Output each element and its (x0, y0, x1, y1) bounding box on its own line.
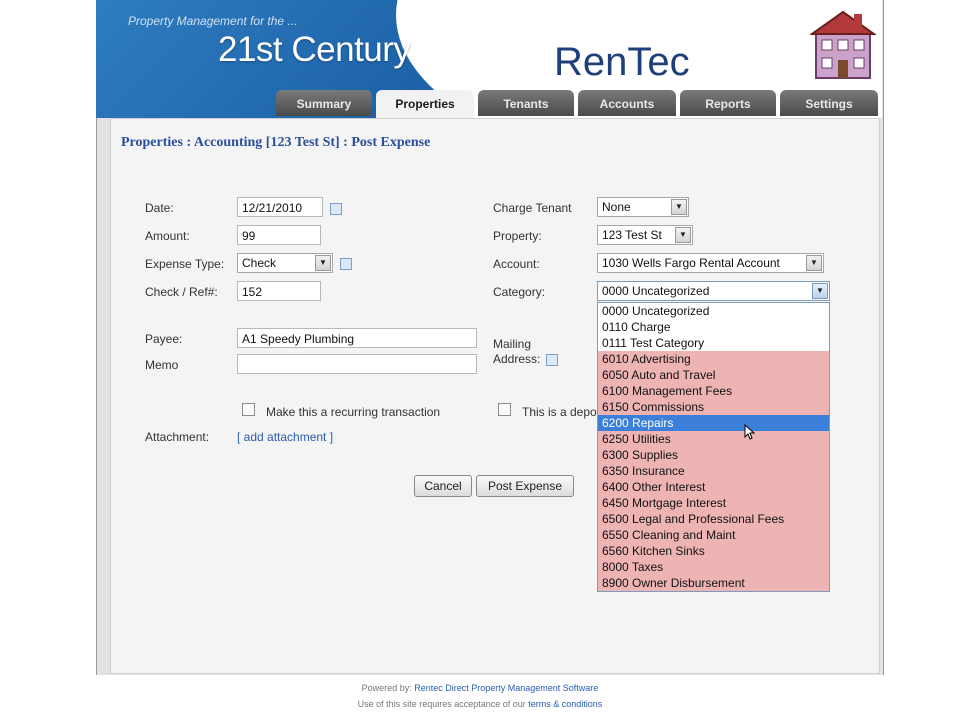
footer-powered-label: Powered by: (361, 683, 412, 693)
property-label: Property: (493, 229, 542, 243)
add-attachment-link[interactable]: [ add attachment ] (237, 430, 333, 444)
amount-label: Amount: (145, 229, 190, 243)
chevron-down-icon: ▼ (315, 255, 331, 271)
charge-tenant-value: None (602, 200, 631, 214)
house-logo-icon (810, 10, 876, 79)
info-icon[interactable] (546, 354, 558, 366)
date-field[interactable]: 12/21/2010 (237, 197, 323, 217)
info-icon[interactable] (340, 258, 352, 270)
mailing-address-label: Mailing (493, 337, 532, 351)
footer-powered-link[interactable]: Rentec Direct Property Management Softwa… (414, 683, 598, 693)
post-expense-button[interactable]: Post Expense (476, 475, 574, 497)
list-item[interactable]: 6450 Mortgage Interest (598, 495, 829, 511)
list-item[interactable]: 6500 Legal and Professional Fees (598, 511, 829, 527)
recurring-label: Make this a recurring transaction (266, 405, 441, 419)
list-item[interactable]: 6550 Cleaning and Maint (598, 527, 829, 543)
date-label: Date: (145, 201, 174, 215)
deposit-label: This is a depo (522, 405, 597, 419)
tab-settings[interactable]: Settings (780, 90, 878, 116)
list-item[interactable]: 6010 Advertising (598, 351, 829, 367)
expense-type-label: Expense Type: (145, 257, 225, 271)
list-item[interactable]: 6050 Auto and Travel (598, 367, 829, 383)
header-title: 21st Century (218, 30, 411, 69)
check-ref-field[interactable]: 152 (237, 281, 321, 301)
memo-label: Memo (145, 358, 179, 372)
charge-tenant-select[interactable]: None ▼ (597, 197, 689, 217)
footer-terms: Use of this site requires acceptance of … (0, 699, 960, 709)
calendar-icon[interactable] (330, 203, 342, 215)
list-item[interactable]: 8000 Taxes (598, 559, 829, 575)
list-item[interactable]: 0000 Uncategorized (598, 303, 829, 319)
expense-type-value: Check (242, 256, 277, 270)
account-label: Account: (493, 257, 540, 271)
chevron-down-icon: ▼ (806, 255, 822, 271)
breadcrumb: Properties : Accounting [123 Test St] : … (121, 135, 431, 150)
chevron-down-icon: ▼ (812, 283, 828, 299)
cancel-button[interactable]: Cancel (414, 475, 472, 497)
category-dropdown-list[interactable]: 0000 Uncategorized 0110 Charge 0111 Test… (597, 302, 830, 592)
category-label: Category: (493, 285, 546, 299)
category-value: 0000 Uncategorized (602, 284, 710, 298)
list-item[interactable]: 6100 Management Fees (598, 383, 829, 399)
category-select[interactable]: 0000 Uncategorized ▼ (597, 281, 830, 301)
payee-field[interactable]: A1 Speedy Plumbing (237, 328, 477, 348)
account-value: 1030 Wells Fargo Rental Account (602, 256, 780, 270)
list-item[interactable]: 6300 Supplies (598, 447, 829, 463)
tab-accounts[interactable]: Accounts (578, 90, 676, 116)
rentec-logo[interactable]: RenTec (554, 40, 690, 85)
list-item[interactable]: 0110 Charge (598, 319, 829, 335)
property-select[interactable]: 123 Test St ▼ (597, 225, 693, 245)
list-item[interactable]: 6150 Commissions (598, 399, 829, 415)
memo-field[interactable] (237, 354, 477, 374)
check-ref-label: Check / Ref#: (145, 285, 218, 299)
mailing-address-label-2: Address: (493, 352, 541, 366)
list-item[interactable]: 0111 Test Category (598, 335, 829, 351)
chevron-down-icon: ▼ (671, 199, 687, 215)
payee-label: Payee: (145, 332, 183, 346)
footer-powered: Powered by: Rentec Direct Property Manag… (0, 683, 960, 693)
mouse-cursor-icon (744, 424, 756, 440)
list-item[interactable]: 6400 Other Interest (598, 479, 829, 495)
expense-type-select[interactable]: Check ▼ (237, 253, 333, 273)
footer-terms-text: Use of this site requires acceptance of … (357, 699, 526, 709)
account-select[interactable]: 1030 Wells Fargo Rental Account ▼ (597, 253, 824, 273)
tab-summary[interactable]: Summary (276, 90, 372, 116)
amount-field[interactable]: 99 (237, 225, 321, 245)
chevron-down-icon: ▼ (675, 227, 691, 243)
tab-properties[interactable]: Properties (376, 90, 474, 118)
recurring-checkbox[interactable] (242, 403, 255, 416)
attachment-label: Attachment: (145, 430, 210, 444)
charge-tenant-label: Charge Tenant (493, 201, 572, 215)
header-tagline: Property Management for the ... (128, 14, 298, 28)
list-item[interactable]: 6250 Utilities (598, 431, 829, 447)
list-item[interactable]: 8900 Owner Disbursement (598, 575, 829, 591)
list-item[interactable]: 6560 Kitchen Sinks (598, 543, 829, 559)
list-item-highlighted[interactable]: 6200 Repairs (598, 415, 829, 431)
tab-reports[interactable]: Reports (680, 90, 776, 116)
deposit-checkbox[interactable] (498, 403, 511, 416)
property-value: 123 Test St (602, 228, 662, 242)
footer-terms-link[interactable]: terms & conditions (528, 699, 602, 709)
list-item[interactable]: 6350 Insurance (598, 463, 829, 479)
tab-tenants[interactable]: Tenants (478, 90, 574, 116)
